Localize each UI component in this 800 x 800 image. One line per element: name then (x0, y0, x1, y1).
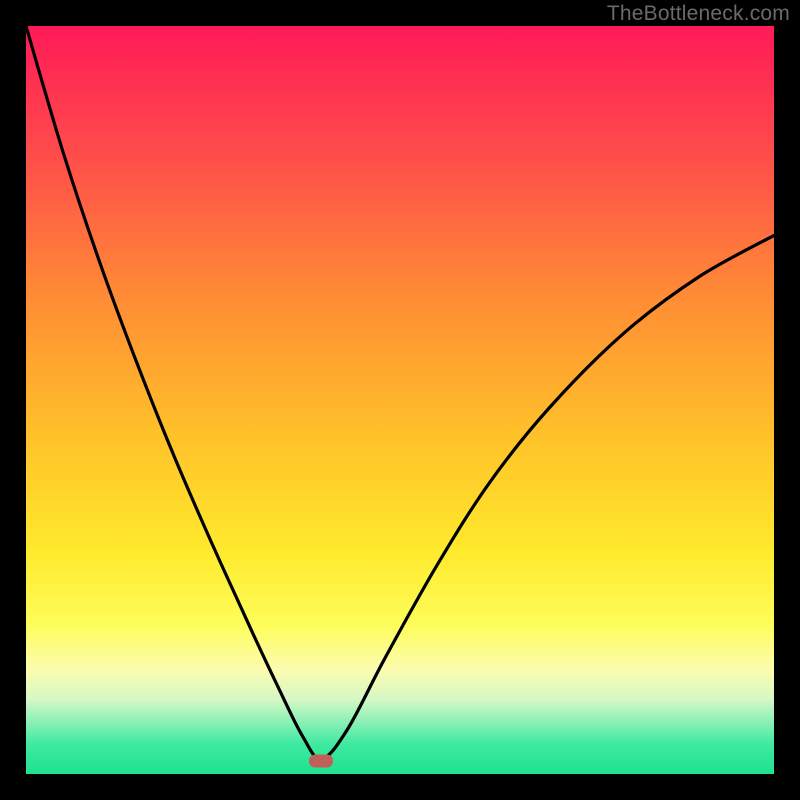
bottleneck-curve (26, 26, 774, 774)
chart-frame: TheBottleneck.com (0, 0, 800, 800)
chart-plot-area (26, 26, 774, 774)
optimum-marker (309, 754, 333, 767)
watermark-text: TheBottleneck.com (607, 2, 790, 26)
